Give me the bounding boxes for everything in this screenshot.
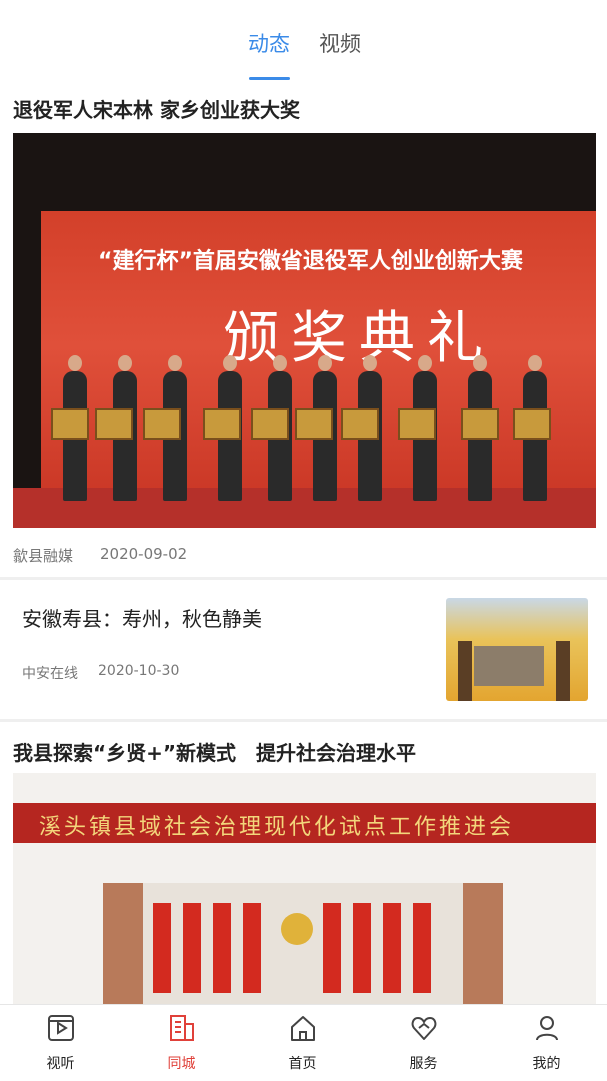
divider [0, 719, 607, 722]
flag [323, 903, 341, 993]
nav-item-city[interactable]: 同城 [121, 1005, 242, 1081]
nav-item-profile[interactable]: 我的 [486, 1005, 607, 1081]
curtain [103, 883, 143, 1008]
nav-label: 视听 [46, 1056, 75, 1072]
award-plaque [341, 408, 379, 440]
flag [243, 903, 261, 993]
article-title[interactable]: 安徽寿县：寿州，秋色静美 [22, 603, 262, 632]
flag [353, 903, 371, 993]
article-source: 中安在线 [22, 666, 78, 682]
meeting-banner: 溪头镇县域社会治理现代化试点工作推进会 [13, 803, 596, 843]
active-tab-indicator [249, 77, 290, 80]
tab-dynamic[interactable]: 动态 [248, 28, 290, 58]
service-icon [411, 1017, 437, 1040]
nav-item-listen[interactable]: 视听 [0, 1005, 121, 1081]
award-plaque [203, 408, 241, 440]
award-plaque [51, 408, 89, 440]
meeting-banner-text: 溪头镇县域社会治理现代化试点工作推进会 [39, 815, 515, 840]
flag [153, 903, 171, 993]
article-thumbnail[interactable] [446, 598, 588, 701]
nav-label: 首页 [288, 1056, 317, 1072]
award-plaque [398, 408, 436, 440]
article-date: 2020-09-02 [100, 545, 188, 563]
building [474, 646, 544, 686]
flag [183, 903, 201, 993]
award-plaque [461, 408, 499, 440]
emblem [281, 913, 313, 945]
award-plaque [251, 408, 289, 440]
city-icon [170, 1015, 194, 1041]
tree [556, 641, 570, 701]
tab-video[interactable]: 视频 [319, 28, 361, 58]
award-plaque [95, 408, 133, 440]
image-banner-headline: 颁奖典礼 [223, 306, 495, 371]
bottom-nav: 视听 同城 首页 服务 我的 [0, 1004, 607, 1081]
article-date: 2020-10-30 [98, 663, 180, 679]
article-title[interactable]: 退役军人宋本林 家乡创业获大奖 [13, 94, 300, 123]
nav-item-home[interactable]: 首页 [242, 1005, 363, 1081]
video-icon [48, 1015, 74, 1041]
award-plaque [513, 408, 551, 440]
image-banner-text: “建行杯”首届安徽省退役军人创业创新大赛 [98, 249, 523, 274]
article-image[interactable]: 溪头镇县域社会治理现代化试点工作推进会 [13, 773, 596, 1008]
home-icon [291, 1016, 315, 1041]
flag [213, 903, 231, 993]
article-title[interactable]: 我县探索“乡贤+”新模式 提升社会治理水平 [13, 737, 416, 766]
flag [413, 903, 431, 993]
nav-label: 我的 [532, 1056, 561, 1072]
stage-floor [13, 488, 596, 528]
award-plaque [295, 408, 333, 440]
nav-label: 服务 [409, 1056, 438, 1072]
divider [0, 577, 607, 580]
article-image[interactable]: “建行杯”首届安徽省退役军人创业创新大赛 颁奖典礼 [13, 133, 596, 528]
curtain [463, 883, 503, 1008]
nav-item-service[interactable]: 服务 [363, 1005, 484, 1081]
nav-label: 同城 [167, 1056, 196, 1072]
article-source: 歙县融媒 [13, 547, 74, 565]
award-plaque [143, 408, 181, 440]
user-icon [536, 1016, 558, 1041]
flag [383, 903, 401, 993]
tree [458, 641, 472, 701]
top-tabs: 动态 视频 [0, 0, 607, 88]
